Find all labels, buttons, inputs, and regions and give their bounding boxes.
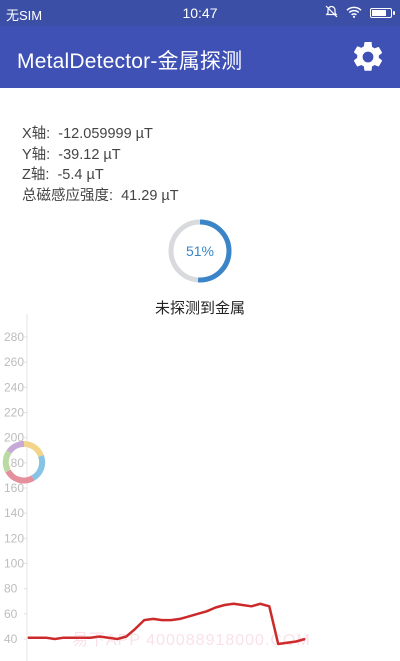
data-point xyxy=(179,618,181,620)
y-tick-label: 120 xyxy=(4,531,24,545)
battery-icon xyxy=(370,8,395,18)
data-point xyxy=(241,604,244,606)
reading-label: 总磁感应强度: xyxy=(22,187,114,204)
y-tick-label: 100 xyxy=(4,557,24,571)
wifi-icon xyxy=(346,6,362,21)
reading-label: Z轴: xyxy=(22,167,50,183)
data-point xyxy=(36,637,38,639)
data-point xyxy=(268,605,270,607)
reading-label: X轴: xyxy=(22,126,51,142)
reading-x: X轴: -12.059999 µT xyxy=(22,124,179,145)
data-point xyxy=(152,618,154,620)
y-tick-label: 240 xyxy=(4,380,24,394)
data-point xyxy=(143,619,145,621)
reading-value: -5.4 µT xyxy=(57,167,104,183)
floating-widget-icon[interactable] xyxy=(0,438,48,486)
gear-icon[interactable] xyxy=(350,39,386,75)
data-point xyxy=(206,610,208,612)
y-tick-label: 80 xyxy=(4,582,18,596)
progress-percent: 51% xyxy=(185,243,215,259)
data-point xyxy=(63,637,65,639)
sensor-readings: X轴: -12.059999 µT Y轴: -39.12 µT Z轴: -5.4… xyxy=(22,124,179,206)
y-tick-label: 40 xyxy=(4,632,18,646)
y-tick-label: 260 xyxy=(4,355,24,369)
data-point xyxy=(215,606,217,609)
magnetic-field-chart: 406080100120140160180200220240260280 xyxy=(4,314,306,661)
data-point xyxy=(224,604,226,606)
reading-z: Z轴: -5.4 µT xyxy=(22,165,179,186)
app-bar: MetalDetector-金属探测 xyxy=(0,26,400,88)
reading-total: 总磁感应强度: 41.29 µT xyxy=(22,186,179,207)
data-point xyxy=(45,637,47,639)
status-icons xyxy=(325,5,395,21)
data-point xyxy=(170,619,172,621)
y-tick-label: 280 xyxy=(4,330,24,344)
data-point xyxy=(54,638,56,640)
alarm-off-icon xyxy=(325,5,338,21)
reading-value: -39.12 µT xyxy=(58,146,121,163)
data-point xyxy=(250,605,252,607)
data-point xyxy=(232,603,235,605)
reading-value: 41.29 µT xyxy=(121,187,179,204)
status-bar: 无SIM 10:47 xyxy=(0,0,400,26)
data-point xyxy=(27,637,29,639)
y-tick-label: 140 xyxy=(4,506,24,520)
data-point xyxy=(259,603,261,605)
data-point xyxy=(197,613,199,615)
reading-value: -12.059999 µT xyxy=(58,126,153,142)
y-tick-label: 60 xyxy=(4,607,18,621)
watermark-text: 易下APP 400088918000.COM xyxy=(72,632,311,649)
y-tick-label: 220 xyxy=(4,406,24,420)
reading-y: Y轴: -39.12 µT xyxy=(22,145,179,166)
data-point xyxy=(161,619,163,621)
app-title: MetalDetector-金属探测 xyxy=(17,50,243,73)
reading-label: Y轴: xyxy=(22,146,51,163)
data-point xyxy=(188,615,190,617)
